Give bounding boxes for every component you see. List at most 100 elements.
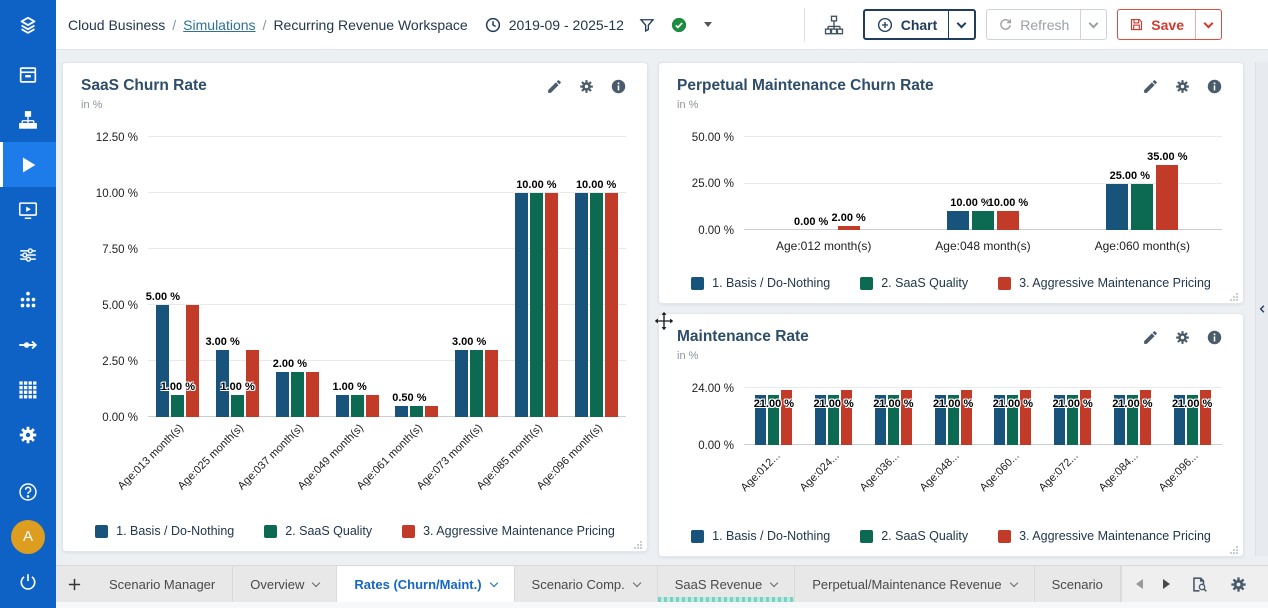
x-axis-label: Age:024... (798, 450, 842, 494)
legend-item[interactable]: 2. SaaS Quality (860, 529, 968, 543)
refresh-dropdown[interactable] (1080, 10, 1106, 39)
bar[interactable] (1131, 184, 1153, 231)
find-in-page-icon[interactable] (1190, 575, 1209, 594)
edit-pencil-icon[interactable] (546, 78, 563, 95)
sidebar-item-archive[interactable] (0, 52, 56, 97)
tab-scenario-manager[interactable]: Scenario Manager (92, 566, 233, 602)
bar[interactable] (972, 211, 994, 230)
sitemap-icon[interactable] (823, 14, 845, 36)
bar[interactable] (291, 372, 304, 417)
collapse-panel-toggle[interactable] (1255, 62, 1268, 556)
bar[interactable] (186, 305, 199, 417)
plot-area: 0.00 %24.00 %21.00 %Age:012...21.00 %Age… (744, 388, 1222, 445)
sidebar-item-grid[interactable] (0, 367, 56, 412)
sidebar-item-help[interactable] (0, 469, 56, 514)
tab-scenario-comp[interactable]: Scenario Comp. (515, 566, 658, 602)
scroll-left-icon[interactable] (1136, 579, 1143, 589)
bar[interactable] (425, 406, 438, 417)
bar[interactable] (838, 226, 860, 230)
bar[interactable] (366, 395, 379, 417)
bar[interactable] (485, 350, 498, 417)
add-chart-label: Chart (901, 17, 938, 33)
bar[interactable] (515, 193, 528, 417)
sidebar-item-gear[interactable] (0, 412, 56, 457)
bar[interactable] (410, 406, 423, 417)
bar[interactable] (171, 395, 184, 417)
date-range-widget[interactable]: 2019-09 - 2025-12 (484, 16, 624, 34)
app-logo[interactable] (0, 0, 56, 52)
legend-item[interactable]: 2. SaaS Quality (860, 276, 968, 290)
bar[interactable] (306, 372, 319, 417)
add-tab-button[interactable] (56, 566, 92, 602)
sidebar-item-dots-cluster[interactable] (0, 277, 56, 322)
filter-icon[interactable] (638, 16, 656, 34)
sidebar-item-sliders[interactable] (0, 232, 56, 277)
bar[interactable] (1106, 184, 1128, 231)
scroll-right-icon[interactable] (1163, 579, 1170, 589)
bar[interactable] (947, 211, 969, 230)
add-chart-button[interactable]: Chart (863, 9, 977, 40)
save-button[interactable]: Save (1117, 9, 1222, 40)
sidebar-item-power[interactable] (0, 559, 56, 604)
settings-gear-icon[interactable] (1174, 329, 1191, 346)
info-icon[interactable] (610, 78, 627, 95)
tabbar-settings-gear-icon[interactable] (1229, 575, 1248, 594)
bar[interactable] (1156, 165, 1178, 230)
play-screen-icon (17, 199, 39, 221)
sidebar-item-play[interactable] (0, 142, 56, 187)
refresh-button[interactable]: Refresh (986, 9, 1107, 40)
bar[interactable] (455, 350, 468, 417)
bar-group: 1.00 %Age:049 month(s) (336, 137, 379, 417)
bar[interactable] (156, 305, 169, 417)
info-icon[interactable] (1206, 329, 1223, 346)
bar[interactable] (545, 193, 558, 417)
legend-item[interactable]: 1. Basis / Do-Nothing (95, 524, 234, 538)
bar[interactable] (530, 193, 543, 417)
tab-scenario[interactable]: Scenario (1035, 566, 1121, 602)
bar[interactable] (231, 395, 244, 417)
breadcrumb-link-simulations[interactable]: Simulations (183, 17, 255, 33)
add-chart-dropdown[interactable] (948, 11, 974, 38)
sidebar-item-avatar[interactable]: A (0, 514, 56, 559)
bar-value-label: 1.00 % (161, 381, 195, 393)
tab-saas-revenue[interactable]: SaaS Revenue (658, 566, 795, 602)
save-dropdown[interactable] (1195, 10, 1221, 39)
status-caret-down-icon[interactable] (704, 22, 712, 27)
header-divider (804, 8, 805, 42)
bar-value-label: 21.00 % (813, 398, 853, 410)
legend-item[interactable]: 2. SaaS Quality (264, 524, 372, 538)
legend-item[interactable]: 1. Basis / Do-Nothing (691, 529, 830, 543)
legend-item[interactable]: 3. Aggressive Maintenance Pricing (998, 276, 1211, 290)
bar[interactable] (395, 406, 408, 417)
resize-handle-icon[interactable] (633, 537, 643, 547)
x-axis-label: Age:060... (977, 450, 1021, 494)
settings-gear-icon[interactable] (1174, 78, 1191, 95)
tab-perpetual-maintenance-revenue[interactable]: Perpetual/Maintenance Revenue (795, 566, 1034, 602)
bar[interactable] (605, 193, 618, 417)
legend-label: 3. Aggressive Maintenance Pricing (1019, 276, 1211, 290)
x-axis-label: Age:025 month(s) (176, 422, 246, 492)
bar[interactable] (336, 395, 349, 417)
info-icon[interactable] (1206, 78, 1223, 95)
grid-icon (17, 379, 39, 401)
sidebar-item-play-screen[interactable] (0, 187, 56, 232)
edit-pencil-icon[interactable] (1142, 329, 1159, 346)
bar[interactable] (276, 372, 289, 417)
tab-overview[interactable]: Overview (233, 566, 337, 602)
bar[interactable] (590, 193, 603, 417)
bar[interactable] (575, 193, 588, 417)
legend-item[interactable]: 3. Aggressive Maintenance Pricing (998, 529, 1211, 543)
sidebar-item-org-chart[interactable] (0, 97, 56, 142)
edit-pencil-icon[interactable] (1142, 78, 1159, 95)
bar[interactable] (470, 350, 483, 417)
refresh-icon (998, 17, 1013, 32)
sidebar-item-flow-arrow[interactable] (0, 322, 56, 367)
legend-item[interactable]: 3. Aggressive Maintenance Pricing (402, 524, 615, 538)
resize-handle-icon[interactable] (1229, 289, 1239, 299)
bar[interactable] (351, 395, 364, 417)
legend-item[interactable]: 1. Basis / Do-Nothing (691, 276, 830, 290)
bar[interactable] (997, 211, 1019, 230)
resize-handle-icon[interactable] (1229, 542, 1239, 552)
tab-rates-churn-maint[interactable]: Rates (Churn/Maint.) (337, 566, 514, 602)
settings-gear-icon[interactable] (578, 78, 595, 95)
